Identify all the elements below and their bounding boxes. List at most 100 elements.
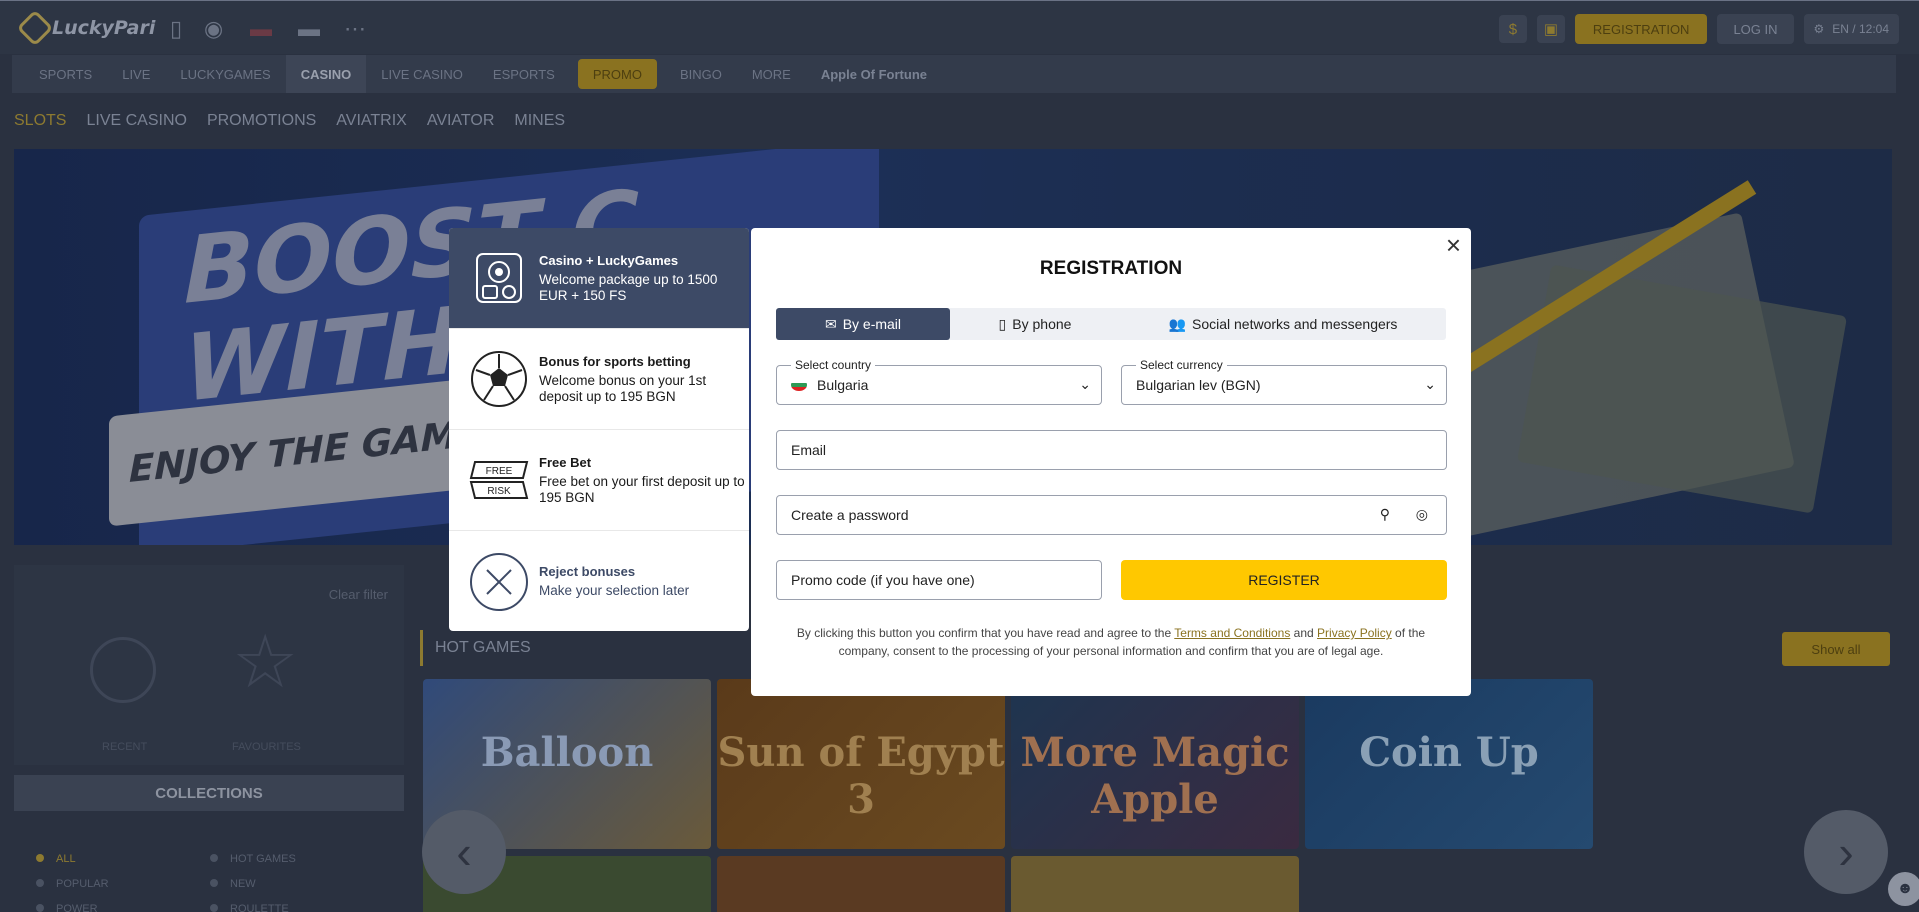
gift-icon[interactable]: ▣ [1536,15,1565,43]
collection-item[interactable]: POWER [36,897,109,912]
bonus-title: Bonus for sports betting [539,353,691,369]
collection-label: ALL [56,853,76,865]
collection-item[interactable]: NEW [210,872,296,897]
nav-sports[interactable]: SPORTS [24,55,107,93]
eye-hidden-icon[interactable]: ◎ [1416,506,1428,523]
subnav-aviatrix[interactable]: AVIATRIX [336,112,407,130]
logo[interactable]: LuckyPari [16,9,155,47]
currency-value: Bulgarian lev (BGN) [1136,377,1261,393]
terms-link[interactable]: Terms and Conditions [1174,626,1290,640]
tab-social-networks[interactable]: 👥 Social networks and messengers [1120,308,1446,340]
people-icon: 👥 [1168,315,1186,332]
terms-text: By clicking this button you confirm that… [776,624,1446,660]
bonus-title: Casino + LuckyGames [539,252,679,268]
bonus-title: Free Bet [539,454,592,470]
nav-bingo[interactable]: BINGO [665,55,737,93]
close-icon[interactable]: × [1446,232,1461,258]
collection-item[interactable]: ROULETTE [210,897,296,912]
terms-text-part: By clicking this button you confirm that… [796,626,1175,640]
nav-casino[interactable]: CASINO [285,55,367,93]
game-tile-sun-of-egypt[interactable]: Sun of Egypt 3 [717,679,1005,849]
header-registration-button[interactable]: REGISTRATION [1574,14,1708,44]
subnav-live-casino[interactable]: LIVE CASINO [86,112,186,130]
collection-item[interactable]: POPULAR [36,872,109,897]
gamepad-icon[interactable]: ◉ [204,16,223,42]
email-field[interactable]: Email [776,430,1447,470]
bonus-title: Reject bonuses [539,564,636,579]
nav-apple-of-fortune[interactable]: Apple Of Fortune [806,55,942,93]
game-tile[interactable] [1011,856,1299,912]
nav-luckygames[interactable]: LUCKYGAMES [165,55,285,93]
carousel-next-button[interactable]: › [1804,810,1888,894]
free-risk-icon: FREE RISK [469,450,529,510]
nav-live[interactable]: LIVE [107,55,165,93]
key-icon[interactable]: ⚲ [1380,506,1390,523]
currency-select[interactable]: Select currency Bulgarian lev (BGN) ⌄ [1121,358,1447,405]
favourites-label: FAVOURITES [232,741,301,753]
country-label: Select country [791,358,876,372]
show-all-button[interactable]: Show all [1782,632,1890,666]
logo-mark-icon [16,9,54,47]
login-button[interactable]: LOG IN [1717,14,1794,44]
email-placeholder: Email [791,442,827,458]
casino-subnav: SLOTS LIVE CASINO PROMOTIONS AVIATRIX AV… [14,112,565,130]
hot-games-title: HOT GAMES [420,630,531,666]
bonus-desc: Make your selection later [539,583,690,598]
bonus-option-reject[interactable]: Reject bonuses Make your selection later [449,531,749,631]
reject-x-icon [469,552,529,612]
collection-label: POWER [56,903,98,912]
bonus-option-casino[interactable]: Casino + LuckyGames Welcome package up t… [449,228,749,329]
filters-panel: Clear filter ☆ RECENT FAVOURITES [14,565,404,765]
bonus-option-sports[interactable]: Bonus for sports betting Welcome bonus o… [449,329,749,430]
tab-by-phone[interactable]: ▯ By phone [950,308,1120,340]
collection-item[interactable]: HOT GAMES [210,847,296,872]
soccer-ball-icon [469,349,529,409]
registration-title: REGISTRATION [1039,258,1183,279]
game-tile-coin-up[interactable]: Coin Up [1305,679,1593,849]
deposit-icon[interactable]: $ [1498,15,1527,43]
cards-icon[interactable]: ▬ [298,16,320,42]
game-title: More Magic Apple [1020,729,1290,823]
bulgaria-flag-icon [791,379,807,391]
flag-icon[interactable]: ▬ [250,16,272,42]
recent-clock-icon[interactable] [90,637,156,703]
gear-icon: ⚙ [1813,22,1825,36]
favourites-star-icon[interactable]: ☆ [232,619,298,705]
currency-label: Select currency [1136,358,1227,372]
nav-esports[interactable]: ESPORTS [478,55,570,93]
privacy-link[interactable]: Privacy Policy [1317,626,1392,640]
more-icon[interactable]: ⋯ [344,16,366,42]
support-chat-icon[interactable]: ☻ [1888,872,1919,906]
nav-promo[interactable]: PROMO [577,59,657,89]
nav-more[interactable]: MORE [737,55,806,93]
top-bar: LuckyPari ▯ ◉ ▬ ▬ ⋯ $ ▣ REGISTRATION LOG… [0,0,1919,54]
carousel-prev-button[interactable]: ‹ [422,810,506,894]
subnav-slots[interactable]: SLOTS [14,112,66,130]
promo-code-field[interactable]: Promo code (if you have one) [776,560,1102,600]
chevron-left-icon: ‹ [456,826,472,878]
tab-label: By phone [1012,316,1072,332]
subnav-aviator[interactable]: AVIATOR [427,112,495,130]
collection-item[interactable]: ALL [36,847,109,872]
bonus-desc: Welcome package up to 1500 EUR + 150 FS [539,271,718,303]
game-tile[interactable] [717,856,1005,912]
subnav-mines[interactable]: MINES [514,112,565,130]
register-button[interactable]: REGISTER [1121,560,1447,600]
chevron-right-icon: › [1838,826,1854,878]
dot-icon [210,904,218,912]
game-tile-magic-apple[interactable]: More Magic Apple [1011,679,1299,849]
envelope-icon: ✉ [824,315,837,332]
bonus-option-free-bet[interactable]: FREE RISK Free Bet Free bet on your first… [449,430,749,531]
clear-filter-link[interactable]: Clear filter [329,587,388,602]
collections-header: COLLECTIONS [14,775,404,811]
password-field[interactable]: Create a password ⚲ ◎ [776,495,1447,535]
nav-live-casino[interactable]: LIVE CASINO [366,55,478,93]
country-select[interactable]: Select country Bulgaria ⌄ [776,358,1102,405]
game-title: Balloon [480,729,654,776]
dot-icon [210,854,218,862]
settings-language-button[interactable]: ⚙ EN / 12:04 [1803,14,1899,44]
mobile-icon[interactable]: ▯ [170,16,182,42]
casino-chips-icon [469,248,529,308]
subnav-promotions[interactable]: PROMOTIONS [207,112,316,130]
tab-by-email[interactable]: ✉ By e-mail [776,308,950,340]
